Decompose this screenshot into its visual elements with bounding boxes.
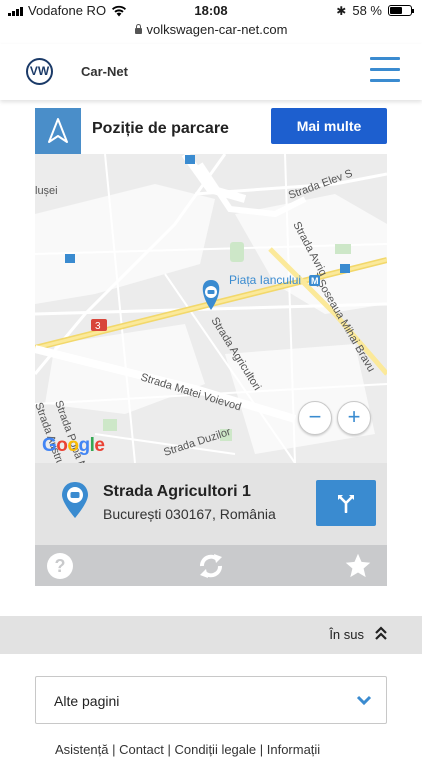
star-icon[interactable] <box>343 551 373 581</box>
bluetooth-icon: ✱ <box>336 3 347 18</box>
double-chevron-up-icon[interactable] <box>374 625 388 641</box>
brand-name: Car-Net <box>81 64 128 79</box>
card-header: Poziție de parcare Mai multe <box>35 108 387 154</box>
menu-hamburger-icon[interactable] <box>370 57 400 82</box>
other-pages-label: Alte pagini <box>54 693 120 709</box>
zoom-in-button[interactable]: + <box>337 401 371 435</box>
svg-text:M: M <box>311 276 319 286</box>
card-actions: ? <box>35 545 387 586</box>
address-street: Strada Agricultori 1 <box>103 483 251 500</box>
back-to-top-bar[interactable]: În sus <box>0 616 422 654</box>
url-text: volkswagen-car-net.com <box>146 22 288 37</box>
vw-logo[interactable]: VW <box>26 58 53 85</box>
bus-stop-icon <box>65 254 75 263</box>
url-bar[interactable]: volkswagen-car-net.com <box>0 22 422 40</box>
more-button[interactable]: Mai multe <box>271 108 387 144</box>
help-icon[interactable]: ? <box>45 551 75 581</box>
directions-button[interactable] <box>316 480 376 526</box>
map-canvas: lușei Strada Elev S Strada Avrig Șoseaua… <box>35 154 387 463</box>
zoom-out-button[interactable]: − <box>298 401 332 435</box>
lock-icon <box>134 24 142 34</box>
google-letter: g <box>78 435 91 456</box>
refresh-icon[interactable] <box>196 551 226 581</box>
road-number: 3 <box>95 321 101 332</box>
poi-label: Piața Iancului <box>229 273 301 287</box>
google-letter: G <box>42 435 57 456</box>
map[interactable]: lușei Strada Elev S Strada Avrig Șoseaua… <box>35 154 387 463</box>
bus-stop-icon <box>185 155 195 164</box>
directions-icon <box>338 495 354 513</box>
other-pages-select[interactable]: Alte pagini <box>35 676 387 724</box>
site-header: VW Car-Net <box>0 44 422 100</box>
status-right: ✱ 58 % <box>336 3 414 18</box>
svg-text:?: ? <box>55 556 66 576</box>
card-title: Poziție de parcare <box>92 120 229 137</box>
compass-icon <box>35 108 81 154</box>
status-bar: Vodafone RO 18:08 ✱ 58 % <box>0 0 422 22</box>
google-logo: Google <box>42 435 105 457</box>
bus-stop-icon <box>340 264 350 273</box>
address-city: București 030167, România <box>103 506 276 522</box>
parking-position-card: Poziție de parcare Mai multe lușei Strad… <box>35 108 387 586</box>
google-letter: o <box>56 435 68 456</box>
chevron-down-icon <box>356 695 372 706</box>
battery-label: 58 % <box>352 3 382 18</box>
back-to-top-label[interactable]: În sus <box>329 627 364 642</box>
google-letter: o <box>67 435 79 456</box>
street-label: lușei <box>35 185 58 197</box>
battery-icon <box>388 5 414 16</box>
google-letter: e <box>94 435 105 456</box>
location-pin-icon <box>62 482 88 518</box>
address-panel: Strada Agricultori 1 București 030167, R… <box>35 463 387 545</box>
